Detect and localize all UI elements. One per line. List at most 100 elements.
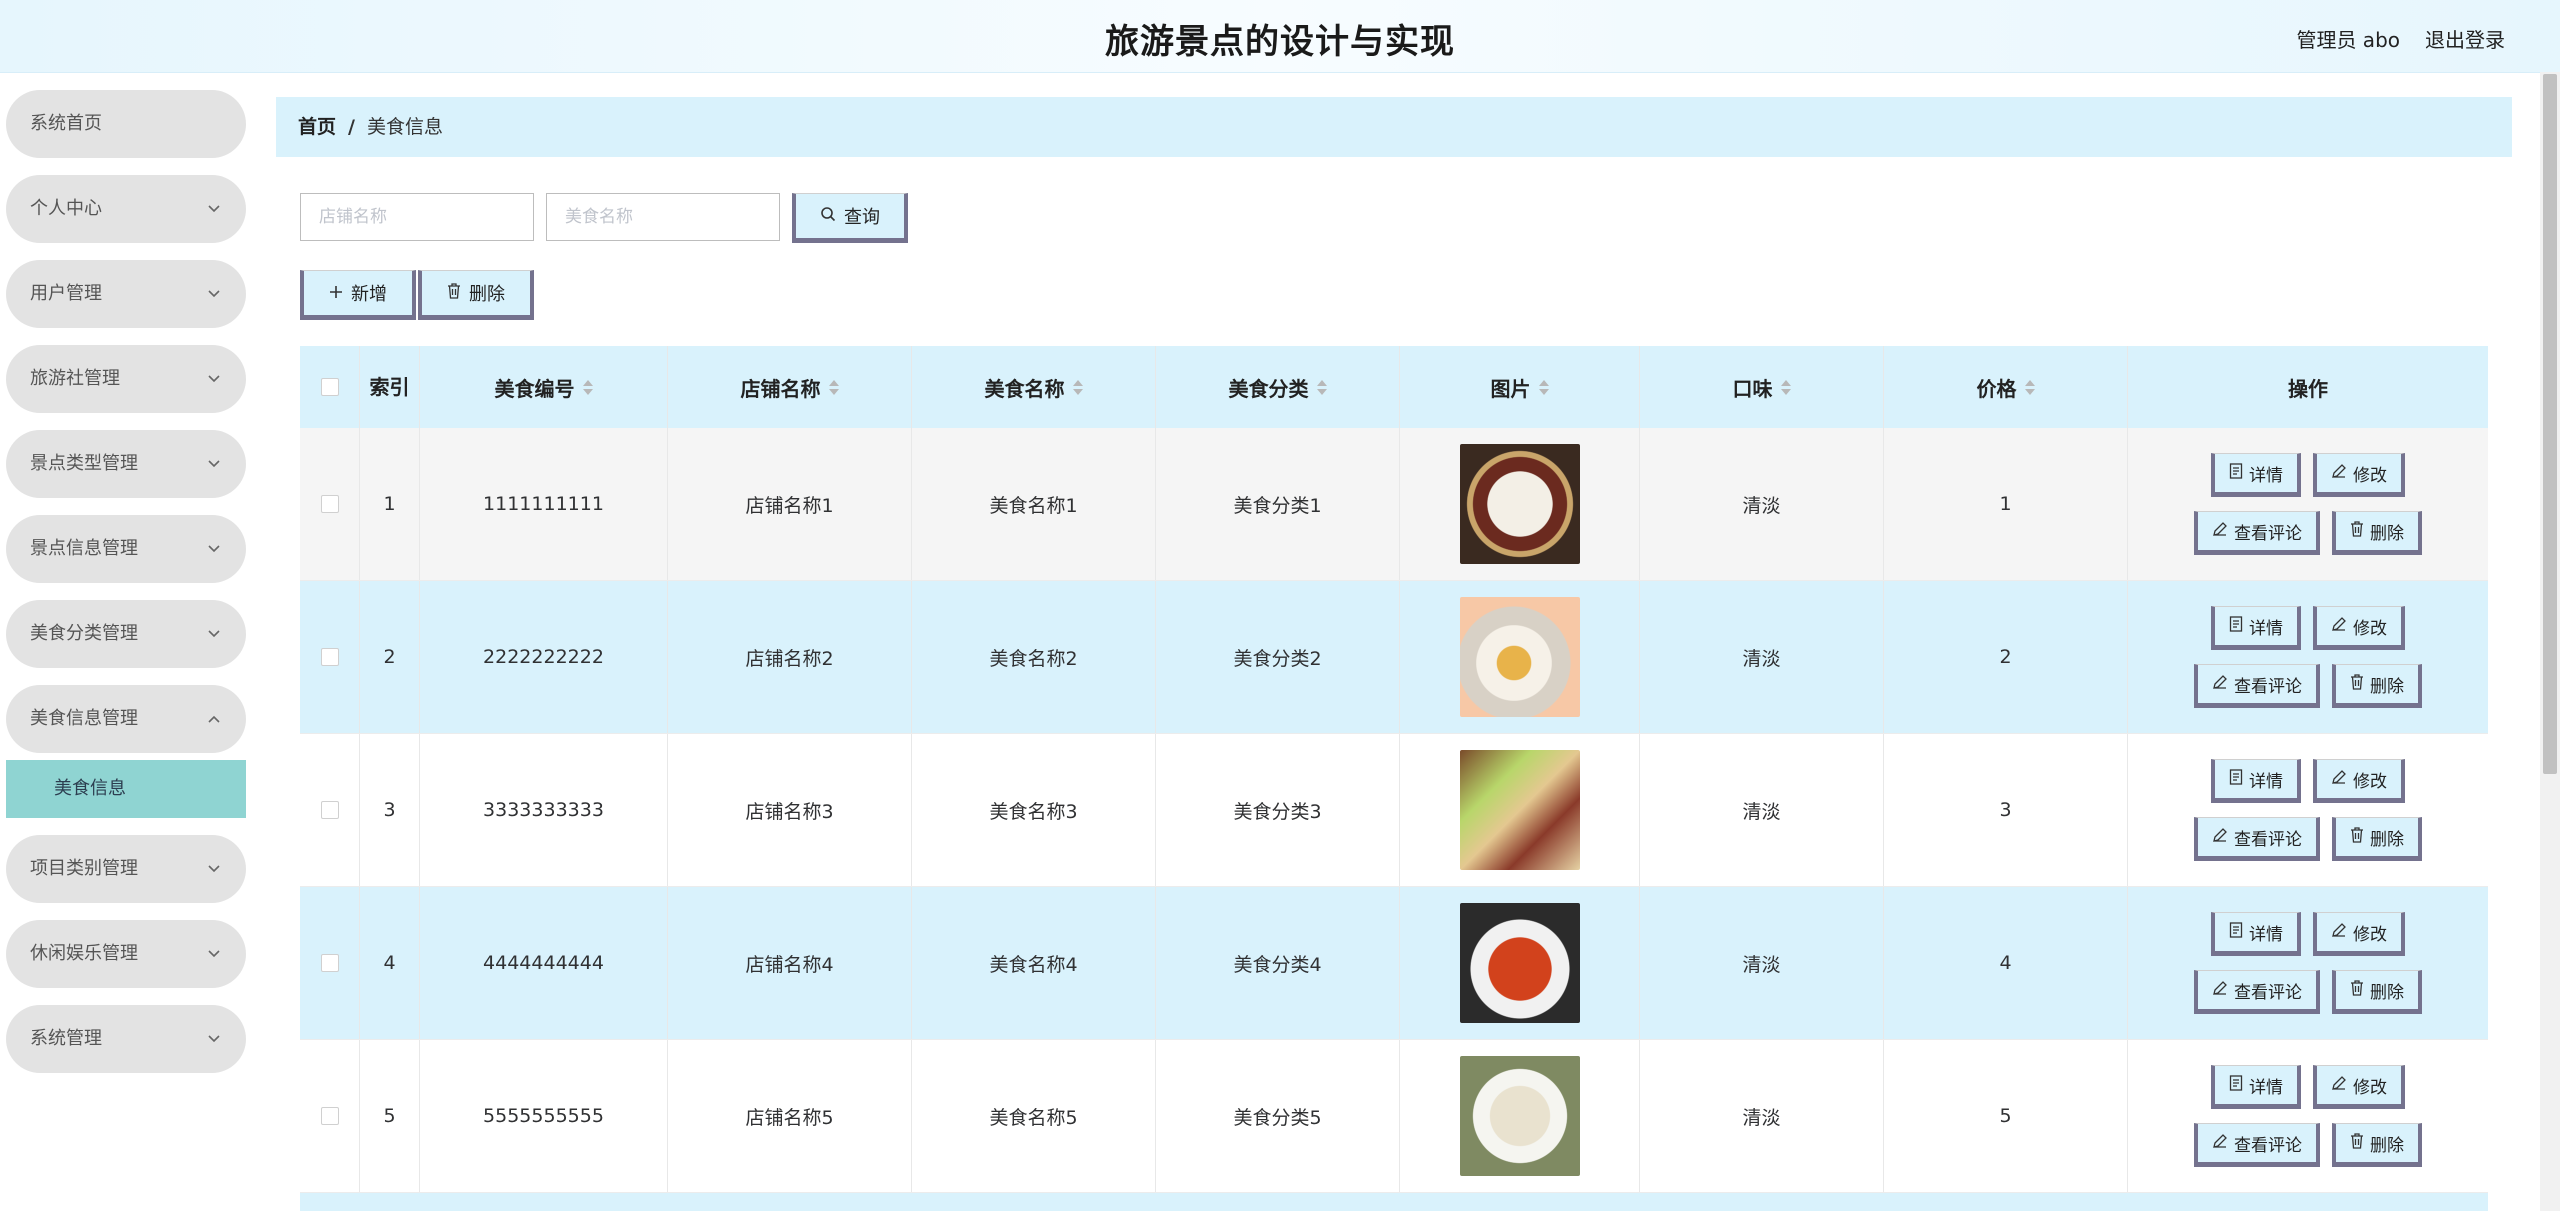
header-label: 美食分类 — [1228, 376, 1309, 401]
sidebar-item-label: 休闲娱乐管理 — [30, 943, 138, 964]
trash-icon — [447, 282, 461, 304]
detail-button[interactable]: 详情 — [2211, 759, 2301, 803]
sidebar-subitem-food-info[interactable]: 美食信息 — [6, 760, 246, 818]
view-comments-button[interactable]: 查看评论 — [2194, 817, 2320, 861]
row-delete-button[interactable]: 删除 — [2332, 664, 2422, 708]
view-comments-button[interactable]: 查看评论 — [2194, 664, 2320, 708]
edit-button[interactable]: 修改 — [2313, 912, 2405, 956]
cell-category: 美食分类3 — [1156, 734, 1400, 886]
cell-price: 1 — [1884, 428, 2128, 580]
pencil-icon — [2212, 1133, 2228, 1154]
table-row-partial — [300, 1193, 2488, 1211]
cell-taste: 清淡 — [1640, 428, 1884, 580]
logout-link[interactable]: 退出登录 — [2425, 24, 2505, 53]
sidebar-item-label: 美食分类管理 — [30, 623, 138, 644]
pencil-icon — [2331, 463, 2347, 484]
edit-label: 修改 — [2353, 618, 2387, 639]
edit-button[interactable]: 修改 — [2313, 1065, 2405, 1109]
sidebar-item-label: 旅游社管理 — [30, 368, 120, 389]
cell-name: 美食名称4 — [912, 887, 1156, 1039]
pencil-icon — [2331, 769, 2347, 790]
food-name-input[interactable] — [546, 193, 780, 241]
header-price[interactable]: 价格 — [1884, 346, 2128, 428]
cell-shop: 店铺名称2 — [668, 581, 912, 733]
detail-button[interactable]: 详情 — [2211, 912, 2301, 956]
row-checkbox[interactable] — [320, 495, 339, 513]
breadcrumb-home[interactable]: 首页 — [298, 116, 336, 138]
sidebar-item-label: 系统管理 — [30, 1028, 102, 1049]
document-icon — [2229, 921, 2243, 943]
chevron-down-icon — [208, 600, 220, 668]
edit-button[interactable]: 修改 — [2313, 759, 2405, 803]
food-table: 索引 美食编号 店铺名称 美食名称 美食分类 图片 口味 价格 操作 1 111… — [300, 346, 2488, 1193]
header-code[interactable]: 美食编号 — [420, 346, 668, 428]
detail-button[interactable]: 详情 — [2211, 453, 2301, 497]
row-select-cell — [300, 581, 360, 733]
sidebar-item-leisure[interactable]: 休闲娱乐管理 — [6, 920, 246, 988]
food-image[interactable] — [1459, 444, 1580, 564]
row-delete-button[interactable]: 删除 — [2332, 817, 2422, 861]
header-category[interactable]: 美食分类 — [1156, 346, 1400, 428]
cell-image — [1400, 428, 1640, 580]
header-ops: 操作 — [2288, 376, 2328, 401]
sidebar-item-label: 景点类型管理 — [30, 453, 138, 474]
view-comments-button[interactable]: 查看评论 — [2194, 511, 2320, 555]
sidebar-item-project-category[interactable]: 项目类别管理 — [6, 835, 246, 903]
food-image[interactable] — [1459, 597, 1580, 717]
sort-icon — [1072, 379, 1083, 395]
header-image[interactable]: 图片 — [1400, 346, 1640, 428]
trash-icon — [2350, 826, 2364, 848]
header-taste[interactable]: 口味 — [1640, 346, 1884, 428]
sidebar-item-system[interactable]: 系统管理 — [6, 1005, 246, 1073]
sidebar-item-label: 景点信息管理 — [30, 538, 138, 559]
food-image[interactable] — [1459, 903, 1580, 1023]
detail-button[interactable]: 详情 — [2211, 1065, 2301, 1109]
sidebar-item-food-category[interactable]: 美食分类管理 — [6, 600, 246, 668]
row-checkbox[interactable] — [320, 1107, 339, 1125]
edit-button[interactable]: 修改 — [2313, 453, 2405, 497]
row-delete-button[interactable]: 删除 — [2332, 511, 2422, 555]
pencil-icon — [2212, 674, 2228, 695]
food-image[interactable] — [1459, 1056, 1580, 1176]
food-image[interactable] — [1459, 750, 1580, 870]
header-label: 美食名称 — [984, 376, 1065, 401]
row-checkbox[interactable] — [320, 648, 339, 666]
select-all-checkbox[interactable] — [320, 378, 339, 396]
delete-button-label: 删除 — [469, 284, 505, 305]
cell-taste: 清淡 — [1640, 1040, 1884, 1192]
sidebar-item-spot-info[interactable]: 景点信息管理 — [6, 515, 246, 583]
view-comments-button[interactable]: 查看评论 — [2194, 1123, 2320, 1167]
row-select-cell — [300, 887, 360, 1039]
pencil-icon — [2331, 616, 2347, 637]
sidebar-item-user-management[interactable]: 用户管理 — [6, 260, 246, 328]
batch-delete-button[interactable]: 删除 — [418, 270, 534, 320]
sidebar-item-personal-center[interactable]: 个人中心 — [6, 175, 246, 243]
sidebar-item-spot-type[interactable]: 景点类型管理 — [6, 430, 246, 498]
row-delete-button[interactable]: 删除 — [2332, 970, 2422, 1014]
cell-ops: 详情 修改 查看评论 删除 — [2128, 581, 2488, 733]
header-name[interactable]: 美食名称 — [912, 346, 1156, 428]
detail-label: 详情 — [2249, 1077, 2283, 1098]
select-all-cell — [300, 346, 360, 428]
row-checkbox[interactable] — [320, 954, 339, 972]
sidebar-item-food-info[interactable]: 美食信息管理 — [6, 685, 246, 753]
add-button[interactable]: 新增 — [300, 270, 416, 320]
header-label: 美食编号 — [494, 376, 575, 401]
row-delete-button[interactable]: 删除 — [2332, 1123, 2422, 1167]
sidebar-item-travel-agency[interactable]: 旅游社管理 — [6, 345, 246, 413]
sidebar-item-home[interactable]: 系统首页 — [6, 90, 246, 158]
cell-image — [1400, 581, 1640, 733]
query-button[interactable]: 查询 — [792, 193, 908, 243]
document-icon — [2229, 462, 2243, 484]
comments-label: 查看评论 — [2234, 523, 2302, 544]
page-scrollbar-thumb[interactable] — [2543, 74, 2557, 774]
table-row: 4 4444444444 店铺名称4 美食名称4 美食分类4 清淡 4 详情 修… — [300, 887, 2488, 1040]
cell-name: 美食名称5 — [912, 1040, 1156, 1192]
sort-icon — [1316, 379, 1327, 395]
header-shop[interactable]: 店铺名称 — [668, 346, 912, 428]
edit-button[interactable]: 修改 — [2313, 606, 2405, 650]
detail-button[interactable]: 详情 — [2211, 606, 2301, 650]
shop-name-input[interactable] — [300, 193, 534, 241]
view-comments-button[interactable]: 查看评论 — [2194, 970, 2320, 1014]
row-checkbox[interactable] — [320, 801, 339, 819]
